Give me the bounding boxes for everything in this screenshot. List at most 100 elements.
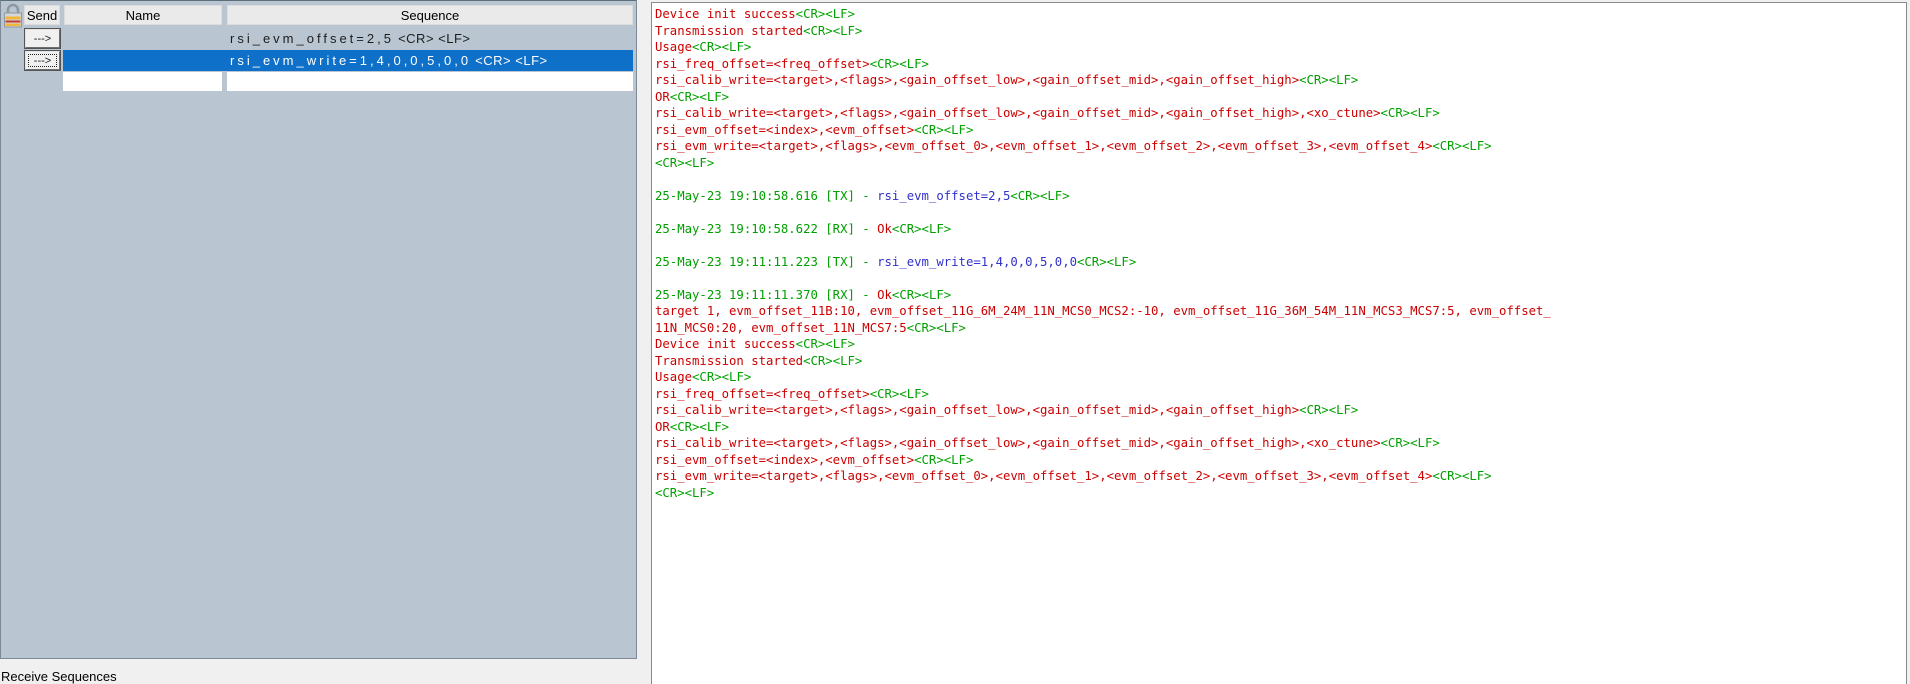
receive-sequences-label: Receive Sequences — [1, 669, 117, 684]
terminal-line: rsi_calib_write=<target>,<flags>,<gain_o… — [655, 72, 1906, 89]
terminal-line: rsi_freq_offset=<freq_offset><CR><LF> — [655, 386, 1906, 403]
terminal-line: 11N_MCS0:20, evm_offset_11N_MCS7:5<CR><L… — [655, 320, 1906, 337]
sequence-control-chars: <CR> <LF> — [471, 53, 548, 68]
terminal-line: rsi_evm_offset=<index>,<evm_offset><CR><… — [655, 122, 1906, 139]
control-char-text: 25-May-23 19:10:58.616 [TX] - — [655, 189, 877, 203]
sequence-value-cell[interactable] — [227, 72, 633, 91]
rx-data-text: Usage — [655, 40, 692, 54]
sequence-name-cell[interactable] — [63, 28, 222, 49]
terminal-line: 25-May-23 19:10:58.616 [TX] - rsi_evm_of… — [655, 188, 1906, 205]
send-sequences-panel: Send Name Sequence ---> ---> rsi_evm_off… — [0, 0, 637, 659]
tx-data-text: rsi_evm_write=1,4,0,0,5,0,0 — [877, 255, 1077, 269]
control-char-text: <CR><LF> — [655, 486, 714, 500]
rx-data-text: Device init success — [655, 337, 796, 351]
control-char-text: <CR><LF> — [1299, 403, 1358, 417]
terminal-line: rsi_freq_offset=<freq_offset><CR><LF> — [655, 56, 1906, 73]
terminal-line: 25-May-23 19:11:11.370 [RX] - Ok<CR><LF> — [655, 287, 1906, 304]
rx-data-text: rsi_calib_write=<target>,<flags>,<gain_o… — [655, 403, 1299, 417]
sequence-control-chars: <CR> <LF> — [394, 31, 471, 46]
rx-data-text: rsi_evm_write=<target>,<flags>,<evm_offs… — [655, 139, 1432, 153]
rx-data-text: rsi_calib_write=<target>,<flags>,<gain_o… — [655, 106, 1381, 120]
rx-data-text: rsi_calib_write=<target>,<flags>,<gain_o… — [655, 73, 1299, 87]
rx-data-text: rsi_freq_offset=<freq_offset> — [655, 387, 870, 401]
control-char-text: <CR><LF> — [1077, 255, 1136, 269]
terminal-line: <CR><LF> — [655, 485, 1906, 502]
rx-data-text: Ok — [877, 222, 892, 236]
rx-data-text: Transmission started — [655, 354, 803, 368]
terminal-line: rsi_evm_offset=<index>,<evm_offset><CR><… — [655, 452, 1906, 469]
sequence-text: rsi_evm_offset=2,5 — [230, 31, 394, 46]
rx-data-text: rsi_evm_write=<target>,<flags>,<evm_offs… — [655, 469, 1432, 483]
control-char-text: <CR><LF> — [692, 40, 751, 54]
rx-data-text: 11N_MCS0:20, evm_offset_11N_MCS7:5 — [655, 321, 907, 335]
padlock-icon-graphic — [3, 2, 23, 29]
terminal-line: rsi_evm_write=<target>,<flags>,<evm_offs… — [655, 138, 1906, 155]
control-char-text: <CR><LF> — [670, 90, 729, 104]
control-char-text: <CR><LF> — [1381, 436, 1440, 450]
lock-icon[interactable] — [3, 2, 23, 29]
sequence-row-empty[interactable] — [63, 72, 633, 91]
terminal-line: rsi_calib_write=<target>,<flags>,<gain_o… — [655, 105, 1906, 122]
control-char-text: <CR><LF> — [1010, 189, 1069, 203]
sequence-row[interactable]: rsi_evm_offset=2,5 <CR> <LF> — [63, 28, 633, 49]
terminal-line — [655, 204, 1906, 221]
control-char-text: <CR><LF> — [655, 156, 714, 170]
rx-data-text: Transmission started — [655, 24, 803, 38]
rx-data-text: target 1, evm_offset_11B:10, evm_offset_… — [655, 304, 1551, 318]
rx-data-text: Ok — [877, 288, 892, 302]
sequence-name-cell[interactable] — [63, 72, 222, 91]
rx-data-text: rsi_calib_write=<target>,<flags>,<gain_o… — [655, 436, 1381, 450]
terminal-output[interactable]: Device init success<CR><LF>Transmission … — [651, 2, 1907, 684]
terminal-line: Usage<CR><LF> — [655, 369, 1906, 386]
rx-data-text: OR — [655, 90, 670, 104]
sequence-value-cell[interactable]: rsi_evm_offset=2,5 <CR> <LF> — [227, 28, 633, 49]
rx-data-text: OR — [655, 420, 670, 434]
terminal-line: Device init success<CR><LF> — [655, 6, 1906, 23]
control-char-text: <CR><LF> — [1299, 73, 1358, 87]
sequence-value-cell[interactable]: rsi_evm_write=1,4,0,0,5,0,0 <CR> <LF> — [227, 50, 633, 71]
terminal-line: OR<CR><LF> — [655, 89, 1906, 106]
send-sequence-button-1[interactable]: ---> — [25, 29, 60, 48]
control-char-text: 25-May-23 19:11:11.370 [RX] - — [655, 288, 877, 302]
control-char-text: <CR><LF> — [670, 420, 729, 434]
sequence-name-cell[interactable] — [63, 50, 222, 71]
control-char-text: <CR><LF> — [892, 288, 951, 302]
control-char-text: <CR><LF> — [907, 321, 966, 335]
terminal-line: Usage<CR><LF> — [655, 39, 1906, 56]
terminal-line: Device init success<CR><LF> — [655, 336, 1906, 353]
terminal-line: OR<CR><LF> — [655, 419, 1906, 436]
control-char-text: <CR><LF> — [870, 57, 929, 71]
terminal-line: rsi_calib_write=<target>,<flags>,<gain_o… — [655, 402, 1906, 419]
rx-data-text: Usage — [655, 370, 692, 384]
send-sequence-button-2[interactable]: ---> — [25, 51, 60, 70]
control-char-text: <CR><LF> — [1381, 106, 1440, 120]
terminal-line — [655, 237, 1906, 254]
sequence-row[interactable]: rsi_evm_write=1,4,0,0,5,0,0 <CR> <LF> — [63, 50, 633, 71]
control-char-text: <CR><LF> — [1432, 469, 1491, 483]
column-header-name: Name — [64, 5, 222, 25]
rx-data-text: rsi_evm_offset=<index>,<evm_offset> — [655, 123, 914, 137]
control-char-text: <CR><LF> — [914, 123, 973, 137]
terminal-line: target 1, evm_offset_11B:10, evm_offset_… — [655, 303, 1906, 320]
control-char-text: <CR><LF> — [796, 7, 855, 21]
rx-data-text: rsi_evm_offset=<index>,<evm_offset> — [655, 453, 914, 467]
control-char-text: 25-May-23 19:10:58.622 [RX] - — [655, 222, 877, 236]
sequence-text: rsi_evm_write=1,4,0,0,5,0,0 — [230, 53, 471, 68]
control-char-text: <CR><LF> — [803, 354, 862, 368]
terminal-line: rsi_evm_write=<target>,<flags>,<evm_offs… — [655, 468, 1906, 485]
control-char-text: <CR><LF> — [870, 387, 929, 401]
terminal-line: Transmission started<CR><LF> — [655, 353, 1906, 370]
terminal-line: rsi_calib_write=<target>,<flags>,<gain_o… — [655, 435, 1906, 452]
control-char-text: <CR><LF> — [914, 453, 973, 467]
control-char-text: 25-May-23 19:11:11.223 [TX] - — [655, 255, 877, 269]
control-char-text: <CR><LF> — [692, 370, 751, 384]
tx-data-text: rsi_evm_offset=2,5 — [877, 189, 1010, 203]
rx-data-text: Device init success — [655, 7, 796, 21]
rx-data-text: rsi_freq_offset=<freq_offset> — [655, 57, 870, 71]
control-char-text: <CR><LF> — [796, 337, 855, 351]
column-header-send: Send — [24, 5, 60, 25]
terminal-line — [655, 171, 1906, 188]
column-header-sequence: Sequence — [227, 5, 633, 25]
terminal-line: Transmission started<CR><LF> — [655, 23, 1906, 40]
terminal-line: <CR><LF> — [655, 155, 1906, 172]
